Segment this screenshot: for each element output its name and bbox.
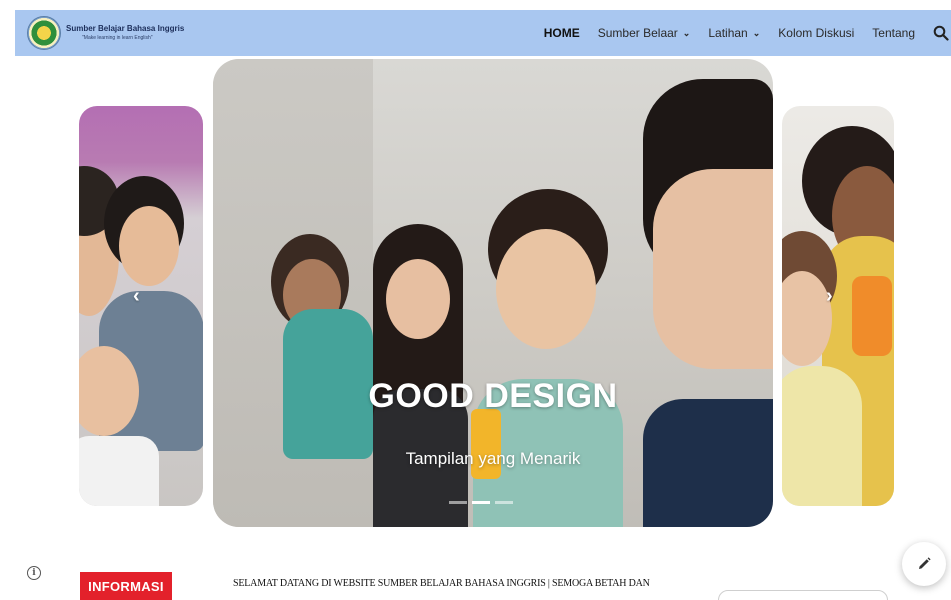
site-header: Sumber Belajar Bahasa Inggris "Make lear… [15, 10, 951, 56]
carousel-slide-active[interactable]: GOOD DESIGN Tampilan yang Menarik [213, 59, 773, 527]
child-figure [79, 436, 159, 506]
logo-emblem-icon [27, 16, 61, 50]
child-figure [852, 276, 892, 356]
page: Sumber Belajar Bahasa Inggris "Make lear… [0, 0, 951, 600]
logo-subtitle: "Make learning in learn English" [82, 35, 153, 41]
nav-item-label: HOME [543, 26, 580, 40]
carousel-prev-button[interactable]: ‹ [133, 285, 140, 308]
site-logo[interactable]: Sumber Belajar Bahasa Inggris "Make lear… [27, 16, 184, 50]
carousel-indicator[interactable] [449, 501, 467, 504]
nav-item-sumber-belajar[interactable]: Sumber Belaar ⌄ [598, 26, 691, 40]
child-figure [386, 259, 450, 339]
carousel-indicator-active[interactable] [472, 501, 490, 504]
child-figure [496, 229, 596, 349]
nav-item-label: Sumber Belaar [597, 26, 678, 40]
carousel-indicator[interactable] [495, 501, 513, 504]
info-badge: INFORMASI [80, 572, 172, 600]
slide-caption-subtitle: Tampilan yang Menarik [405, 449, 581, 468]
sidebar-search-box[interactable] [718, 590, 888, 600]
logo-title: Sumber Belajar Bahasa Inggris [66, 24, 185, 33]
chevron-down-icon: ⌄ [682, 27, 691, 38]
child-figure [119, 206, 179, 286]
carousel-indicators [449, 501, 513, 504]
search-icon[interactable] [933, 25, 949, 41]
carousel-next-button[interactable]: › [826, 285, 833, 308]
nav-item-label: Tentang [872, 26, 915, 40]
child-figure [653, 169, 773, 369]
slide-caption-title: GOOD DESIGN [368, 377, 618, 415]
main-nav: HOME Sumber Belaar ⌄ Latihan ⌄ Kolom Dis… [544, 10, 951, 56]
nav-item-tentang[interactable]: Tentang [872, 26, 915, 40]
edit-button[interactable] [902, 542, 946, 586]
pencil-icon [919, 557, 931, 569]
child-figure [782, 366, 862, 506]
info-icon[interactable]: i [27, 566, 41, 580]
nav-item-home[interactable]: HOME [544, 26, 580, 40]
nav-item-label: Kolom Diskusi [778, 26, 855, 40]
carousel-slide-prev[interactable] [79, 106, 203, 506]
nav-item-kolom-diskusi[interactable]: Kolom Diskusi [778, 26, 854, 40]
chevron-down-icon: ⌄ [752, 27, 761, 38]
nav-item-latihan[interactable]: Latihan ⌄ [708, 26, 760, 40]
nav-item-label: Latihan [708, 26, 748, 40]
logo-text: Sumber Belajar Bahasa Inggris "Make lear… [66, 25, 184, 41]
carousel-slide-next[interactable] [782, 106, 894, 506]
announcement-ticker: SELAMAT DATANG DI WEBSITE SUMBER BELAJAR… [233, 578, 650, 589]
